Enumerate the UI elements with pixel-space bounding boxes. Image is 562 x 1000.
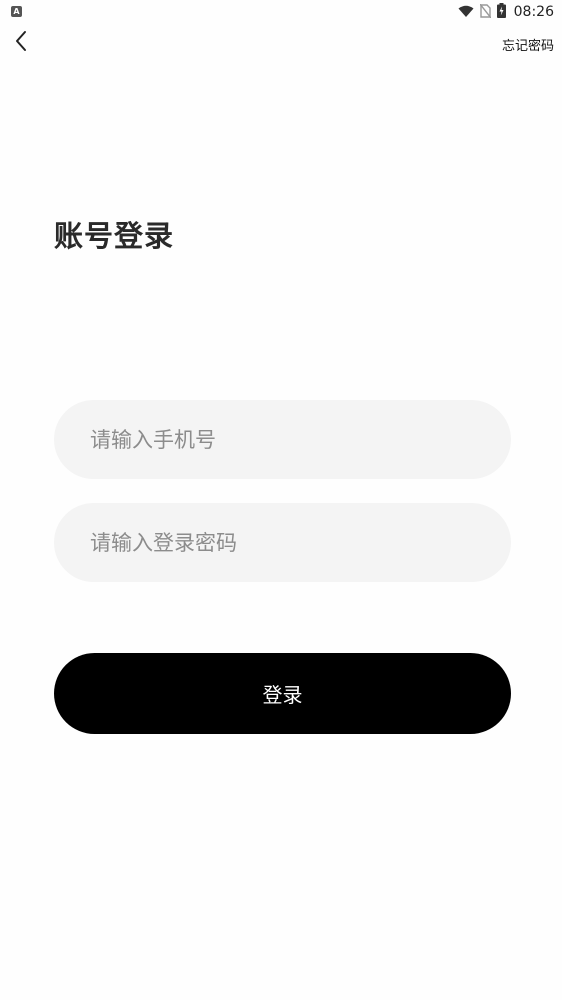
phone-input[interactable] xyxy=(88,426,511,453)
app-notification-icon: A xyxy=(11,6,22,17)
password-field-container xyxy=(54,503,511,582)
page-title: 账号登录 xyxy=(54,219,175,253)
status-bar: A 08:26 xyxy=(0,0,562,24)
login-screen: A 08:26 忘记密码 账号登录 请输入手机号 登录 xyxy=(0,0,562,1000)
phone-field-container xyxy=(54,400,511,479)
forgot-password-link[interactable]: 忘记密码 xyxy=(502,35,554,54)
back-button[interactable] xyxy=(8,30,34,56)
login-button[interactable]: 登录 xyxy=(54,653,511,734)
battery-charging-icon xyxy=(496,2,506,22)
status-indicators: 08:26 xyxy=(458,2,554,22)
status-time: 08:26 xyxy=(513,4,554,20)
password-input[interactable] xyxy=(88,529,511,556)
no-sim-icon xyxy=(479,3,492,22)
wifi-icon xyxy=(458,3,474,22)
chevron-left-icon xyxy=(14,30,28,56)
